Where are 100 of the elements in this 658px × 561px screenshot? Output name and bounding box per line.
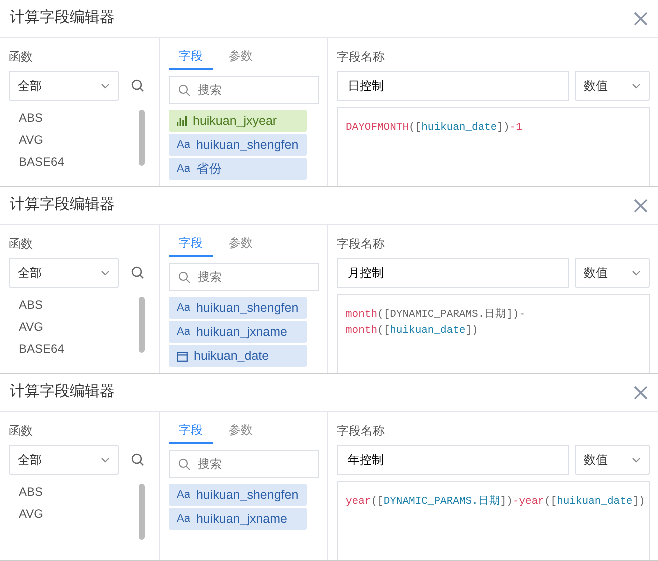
function-item[interactable]: ABS bbox=[9, 107, 64, 129]
formula-token: huikuan_date bbox=[422, 122, 498, 134]
search-icon bbox=[131, 79, 145, 93]
formula-token: ]) bbox=[497, 122, 510, 134]
field-item[interactable]: Aa huikuan_jxname bbox=[169, 321, 307, 343]
chevron-down-icon bbox=[101, 270, 110, 276]
formula-token: huikuan_date bbox=[390, 325, 466, 337]
function-item[interactable]: BASE64 bbox=[9, 151, 64, 173]
chevron-down-icon bbox=[101, 83, 110, 89]
close-button[interactable] bbox=[634, 198, 648, 212]
category-dropdown[interactable]: 全部 bbox=[9, 445, 119, 475]
close-icon bbox=[634, 386, 648, 400]
function-item[interactable]: AVG bbox=[9, 503, 44, 525]
formula-token: ([ bbox=[544, 496, 558, 508]
dropdown-value: 全部 bbox=[18, 78, 42, 95]
dropdown-value: 全部 bbox=[18, 452, 42, 469]
dialog-title: 计算字段编辑器 bbox=[10, 382, 115, 402]
tab[interactable]: 字段 bbox=[169, 422, 213, 444]
formula-token: DAYOFMONTH bbox=[346, 122, 410, 134]
search-button[interactable] bbox=[131, 266, 145, 280]
formula-token: huikuan_date bbox=[557, 496, 633, 508]
formula-token: ]) bbox=[500, 496, 513, 508]
dialog-title: 计算字段编辑器 bbox=[10, 195, 115, 216]
scrollbar-thumb[interactable] bbox=[139, 484, 145, 540]
search-field[interactable]: 搜索 bbox=[169, 450, 319, 478]
field-name: huikuan_jxname bbox=[196, 324, 288, 341]
calendar-icon bbox=[177, 350, 188, 362]
dropdown-value: 全部 bbox=[18, 265, 42, 282]
tab[interactable]: 参数 bbox=[219, 422, 263, 444]
field-name: huikuan_jxyear bbox=[193, 112, 278, 130]
scrollbar-thumb[interactable] bbox=[139, 297, 145, 353]
function-item[interactable]: AVG bbox=[9, 129, 64, 151]
close-icon bbox=[634, 12, 648, 26]
field-item[interactable]: Aa huikuan_shengfen bbox=[169, 484, 307, 506]
name-input[interactable]: 年控制 bbox=[337, 445, 569, 475]
field-name: huikuan_shengfen bbox=[196, 486, 299, 504]
search-button[interactable] bbox=[131, 453, 145, 467]
formula-token: ]) bbox=[466, 325, 478, 337]
formula-token: month bbox=[346, 309, 378, 321]
type-label: Aa bbox=[177, 162, 190, 177]
field-item[interactable]: Aa huikuan_jxname bbox=[169, 508, 307, 530]
section-label: 字段名称 bbox=[337, 236, 385, 252]
formula-token: DYNAMIC_PARAMS.日期 bbox=[384, 496, 500, 508]
dropdown-value: 数值 bbox=[584, 452, 608, 469]
type-label: Aa bbox=[177, 324, 190, 340]
scrollbar-thumb[interactable] bbox=[139, 110, 145, 166]
formula-editor[interactable]: year([DYNAMIC_PARAMS.日期])-year([huikuan_date]) bbox=[337, 481, 650, 560]
section-label: 函数 bbox=[9, 236, 33, 252]
formula-token: ]) bbox=[632, 496, 646, 508]
search-icon bbox=[131, 453, 145, 467]
type-label: Aa bbox=[177, 300, 190, 316]
category-dropdown[interactable]: 全部 bbox=[9, 258, 119, 288]
type-dropdown[interactable]: 数值 bbox=[575, 445, 650, 475]
close-button[interactable] bbox=[634, 12, 648, 26]
tab[interactable]: 字段 bbox=[169, 235, 213, 257]
chevron-down-icon bbox=[632, 83, 641, 89]
search-field[interactable]: 搜索 bbox=[169, 263, 319, 291]
dropdown-value: 数值 bbox=[584, 78, 608, 95]
section-label: 函数 bbox=[9, 423, 33, 439]
category-dropdown[interactable]: 全部 bbox=[9, 71, 119, 101]
field-name: huikuan_jxname bbox=[196, 510, 288, 528]
search-field[interactable]: 搜索 bbox=[169, 76, 319, 104]
section-label: 函数 bbox=[9, 49, 33, 65]
bar-chart-icon bbox=[177, 116, 187, 126]
formula-token: -1 bbox=[510, 122, 522, 134]
chevron-down-icon bbox=[632, 457, 641, 463]
function-item[interactable]: ABS bbox=[9, 294, 64, 316]
search-icon bbox=[178, 271, 191, 284]
formula-token: year bbox=[346, 496, 372, 508]
field-item[interactable]: Aa huikuan_shengfen bbox=[169, 134, 307, 156]
field-item[interactable]: Aa 省份 bbox=[169, 158, 307, 180]
tab[interactable]: 参数 bbox=[219, 235, 263, 257]
function-item[interactable]: BASE64 bbox=[9, 338, 64, 360]
close-button[interactable] bbox=[634, 386, 648, 400]
field-name: huikuan_shengfen bbox=[196, 300, 299, 317]
field-item[interactable]: huikuan_jxyear bbox=[169, 110, 307, 132]
field-item[interactable]: Aa huikuan_shengfen bbox=[169, 297, 307, 319]
dialog-title: 计算字段编辑器 bbox=[10, 8, 115, 28]
close-icon bbox=[634, 198, 648, 212]
type-label: Aa bbox=[177, 512, 190, 527]
name-input[interactable]: 日控制 bbox=[337, 71, 569, 101]
formula-token: month bbox=[346, 325, 378, 337]
search-button[interactable] bbox=[131, 79, 145, 93]
formula-token: ([DYNAMIC_PARAMS.日期])- bbox=[378, 309, 526, 321]
tab[interactable]: 字段 bbox=[169, 48, 213, 70]
section-label: 字段名称 bbox=[337, 49, 385, 65]
name-input[interactable]: 月控制 bbox=[337, 258, 569, 288]
type-dropdown[interactable]: 数值 bbox=[575, 258, 650, 288]
tab[interactable]: 参数 bbox=[219, 48, 263, 70]
function-item[interactable]: ABS bbox=[9, 481, 44, 503]
field-name: huikuan_shengfen bbox=[196, 136, 299, 154]
field-item[interactable]: huikuan_date bbox=[169, 345, 307, 367]
formula-token: ([ bbox=[378, 325, 390, 337]
type-dropdown[interactable]: 数值 bbox=[575, 71, 650, 101]
chevron-down-icon bbox=[101, 457, 110, 463]
dropdown-value: 数值 bbox=[584, 265, 608, 282]
formula-token: -year bbox=[512, 496, 544, 508]
chevron-down-icon bbox=[632, 270, 641, 276]
formula-token: ([ bbox=[371, 496, 384, 508]
function-item[interactable]: AVG bbox=[9, 316, 64, 338]
